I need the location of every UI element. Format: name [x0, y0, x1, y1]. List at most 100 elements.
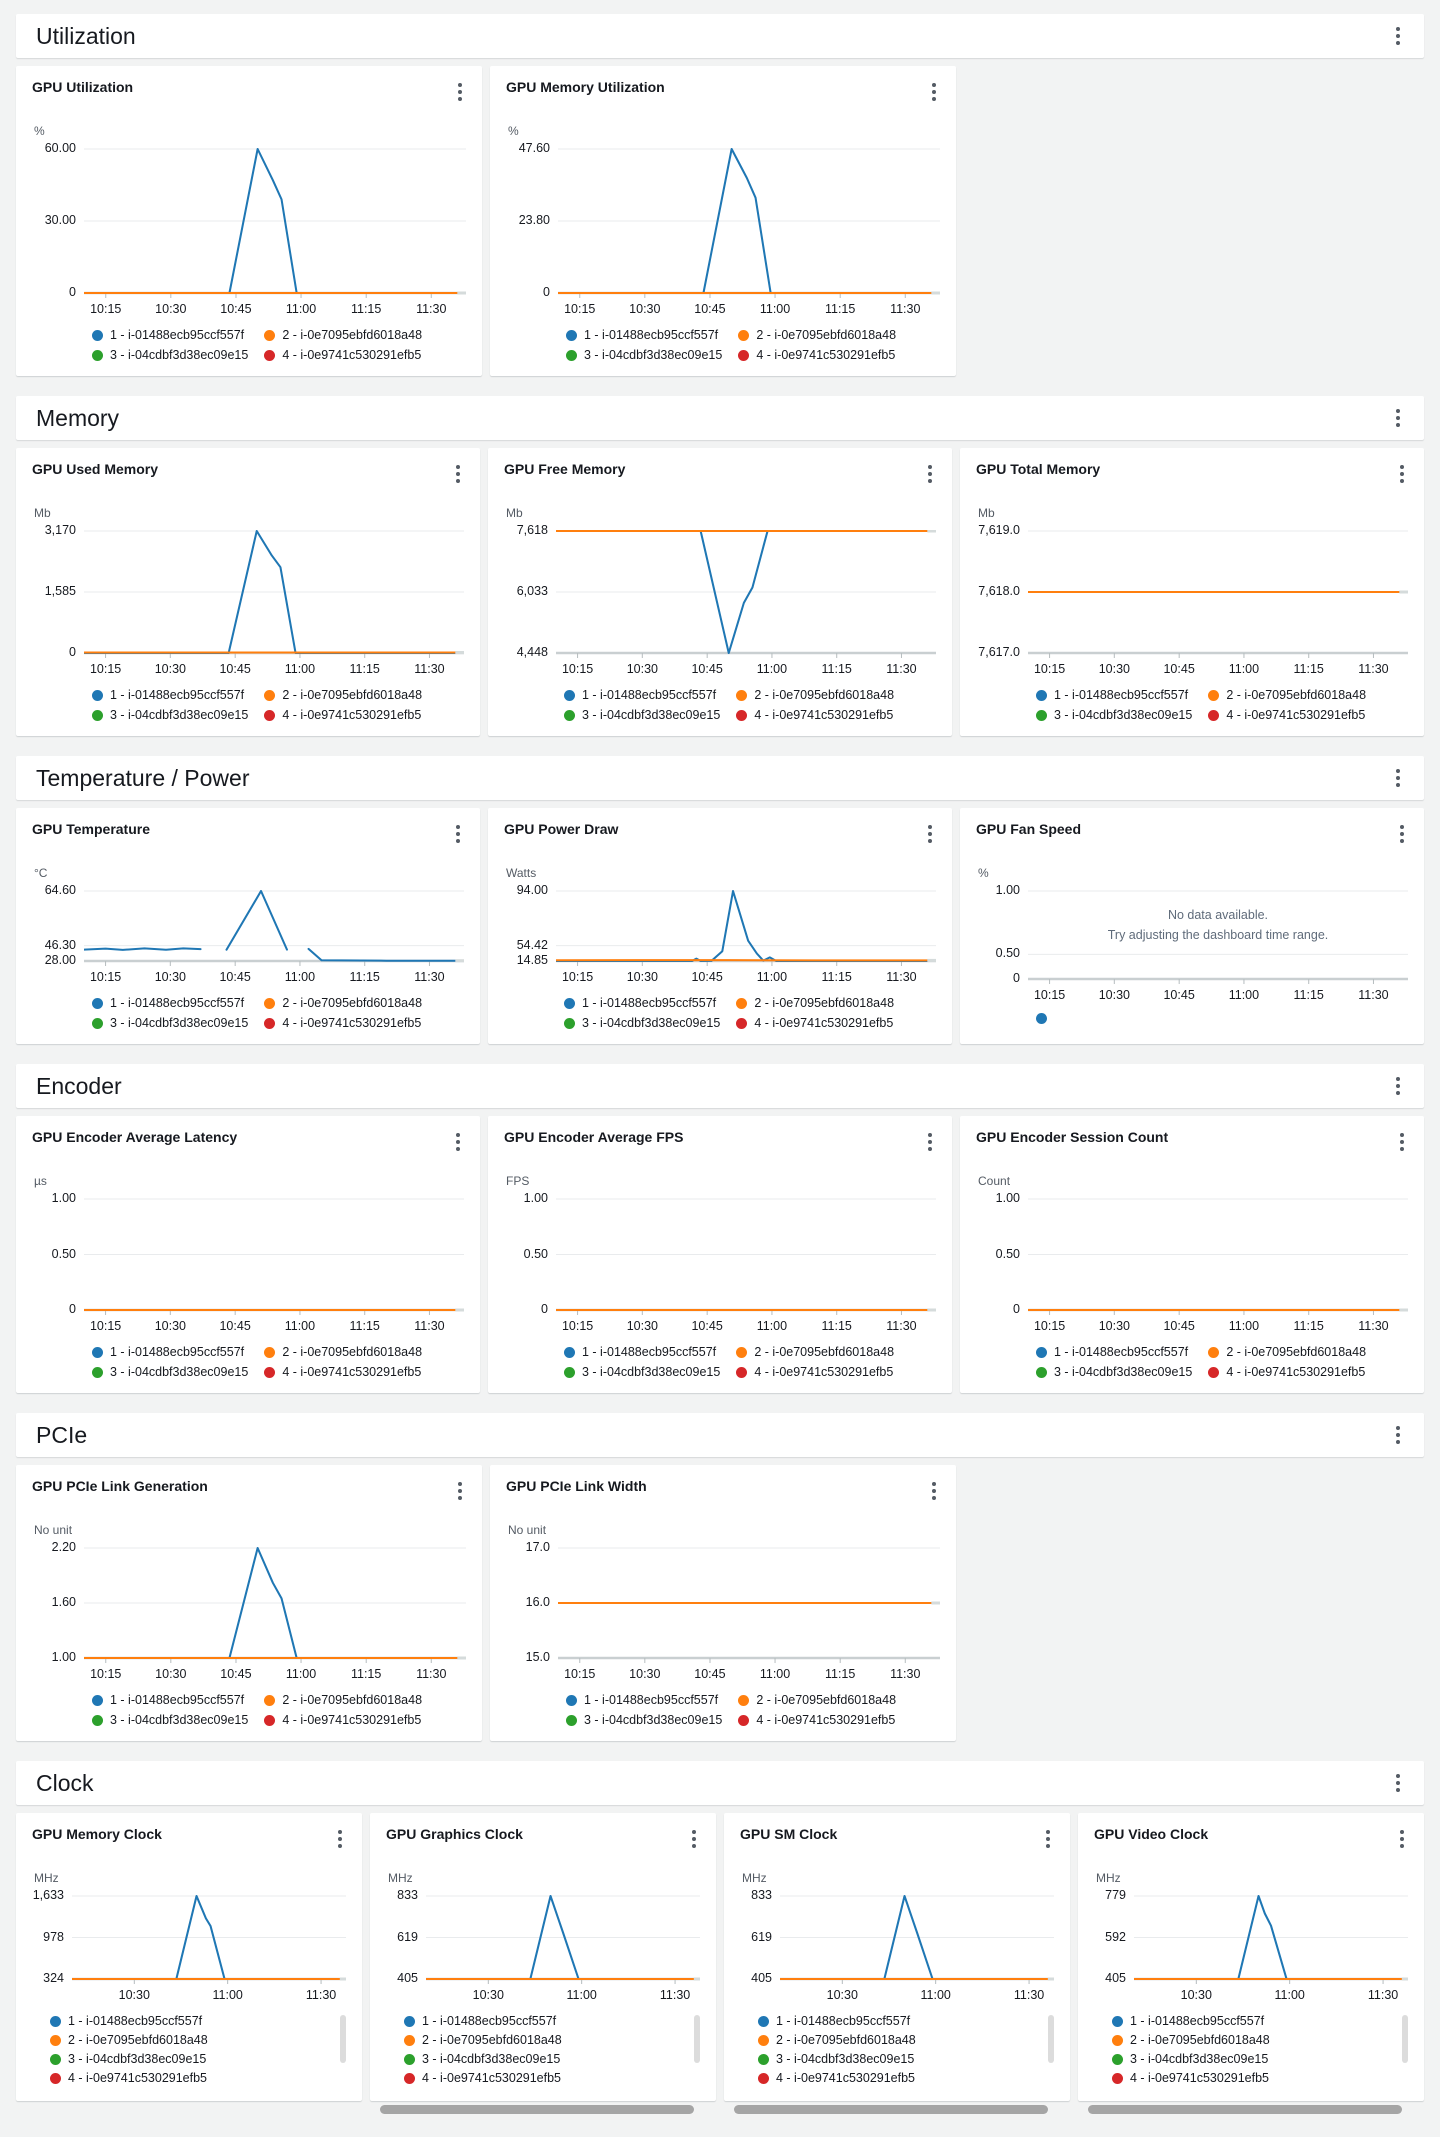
kebab-menu-icon[interactable]	[1392, 764, 1404, 792]
legend-item[interactable]: 4 - i-0e9741c530291efb5	[264, 707, 422, 724]
legend-item[interactable]: 4 - i-0e9741c530291efb5	[264, 1712, 422, 1729]
chart-plot[interactable]	[1028, 530, 1408, 659]
chart-plot[interactable]	[72, 1895, 346, 1985]
legend-item[interactable]: 3 - i-04cdbf3d38ec09e15	[566, 347, 722, 364]
kebab-menu-icon[interactable]	[1392, 22, 1404, 50]
legend-item[interactable]: 3 - i-04cdbf3d38ec09e15	[92, 347, 248, 364]
chart-plot[interactable]	[1134, 1895, 1408, 1985]
legend-item[interactable]: 2 - i-0e7095ebfd6018a48	[404, 2032, 684, 2049]
kebab-menu-icon[interactable]	[924, 460, 936, 488]
legend-item[interactable]: 2 - i-0e7095ebfd6018a48	[50, 2032, 330, 2049]
legend-item[interactable]: 1 - i-01488ecb95ccf557f	[758, 2013, 1038, 2030]
kebab-menu-icon[interactable]	[1392, 1421, 1404, 1449]
legend-item[interactable]: 3 - i-04cdbf3d38ec09e15	[92, 1364, 248, 1381]
legend-item[interactable]: 4 - i-0e9741c530291efb5	[1208, 707, 1366, 724]
chart-plot[interactable]	[84, 1198, 464, 1316]
kebab-menu-icon[interactable]	[334, 1825, 346, 1853]
chart-plot[interactable]	[1028, 1198, 1408, 1316]
legend-item[interactable]: 3 - i-04cdbf3d38ec09e15	[92, 1015, 248, 1032]
legend-item[interactable]: 1 - i-01488ecb95ccf557f	[566, 327, 722, 344]
chart-plot[interactable]	[556, 1198, 936, 1316]
vertical-scrollbar[interactable]	[1048, 2015, 1054, 2063]
legend-item[interactable]: 1 - i-01488ecb95ccf557f	[1112, 2013, 1392, 2030]
vertical-scrollbar[interactable]	[340, 2015, 346, 2063]
legend-item[interactable]: 1 - i-01488ecb95ccf557f	[92, 1692, 248, 1709]
legend-item[interactable]: 2 - i-0e7095ebfd6018a48	[264, 1692, 422, 1709]
legend-item[interactable]: 2 - i-0e7095ebfd6018a48	[1112, 2032, 1392, 2049]
chart-plot[interactable]	[84, 148, 466, 299]
legend-item[interactable]: 1 - i-01488ecb95ccf557f	[1036, 687, 1192, 704]
legend-item[interactable]: 3 - i-04cdbf3d38ec09e15	[1036, 707, 1192, 724]
legend-item[interactable]: 1 - i-01488ecb95ccf557f	[50, 2013, 330, 2030]
chart-plot[interactable]	[780, 1895, 1054, 1985]
legend-item[interactable]: 1 - i-01488ecb95ccf557f	[564, 1344, 720, 1361]
legend-item[interactable]: 3 - i-04cdbf3d38ec09e15	[1112, 2051, 1392, 2068]
legend-item[interactable]: 1 - i-01488ecb95ccf557f	[92, 1344, 248, 1361]
legend-item[interactable]: 2 - i-0e7095ebfd6018a48	[1208, 1344, 1366, 1361]
kebab-menu-icon[interactable]	[452, 820, 464, 848]
legend-item[interactable]: 3 - i-04cdbf3d38ec09e15	[758, 2051, 1038, 2068]
legend-item[interactable]: 4 - i-0e9741c530291efb5	[736, 1015, 894, 1032]
legend-item[interactable]: 1 - i-01488ecb95ccf557f	[564, 995, 720, 1012]
legend-item[interactable]: 3 - i-04cdbf3d38ec09e15	[1036, 1364, 1192, 1381]
horizontal-scrollbar[interactable]	[1088, 2105, 1402, 2114]
legend-item[interactable]: 4 - i-0e9741c530291efb5	[758, 2070, 1038, 2087]
kebab-menu-icon[interactable]	[1042, 1825, 1054, 1853]
legend-item[interactable]: 4 - i-0e9741c530291efb5	[264, 347, 422, 364]
legend-item[interactable]: 2 - i-0e7095ebfd6018a48	[736, 687, 894, 704]
kebab-menu-icon[interactable]	[454, 78, 466, 106]
kebab-menu-icon[interactable]	[454, 1477, 466, 1505]
legend-item[interactable]: 3 - i-04cdbf3d38ec09e15	[564, 1015, 720, 1032]
chart-plot[interactable]	[558, 1547, 940, 1664]
legend-item[interactable]: 4 - i-0e9741c530291efb5	[736, 1364, 894, 1381]
chart-plot[interactable]	[558, 148, 940, 299]
legend-item[interactable]: 4 - i-0e9741c530291efb5	[264, 1015, 422, 1032]
legend-item[interactable]: 3 - i-04cdbf3d38ec09e15	[564, 1364, 720, 1381]
kebab-menu-icon[interactable]	[1396, 460, 1408, 488]
legend-item[interactable]: 1 - i-01488ecb95ccf557f	[564, 687, 720, 704]
horizontal-scrollbar[interactable]	[380, 2105, 694, 2114]
kebab-menu-icon[interactable]	[1396, 1825, 1408, 1853]
legend-item[interactable]: 3 - i-04cdbf3d38ec09e15	[92, 707, 248, 724]
legend-item[interactable]: 4 - i-0e9741c530291efb5	[264, 1364, 422, 1381]
chart-plot[interactable]	[556, 530, 936, 659]
legend-item[interactable]: 1 - i-01488ecb95ccf557f	[1036, 1344, 1192, 1361]
legend-item[interactable]: 2 - i-0e7095ebfd6018a48	[264, 1344, 422, 1361]
kebab-menu-icon[interactable]	[924, 1128, 936, 1156]
kebab-menu-icon[interactable]	[1392, 1769, 1404, 1797]
chart-plot[interactable]	[556, 890, 936, 967]
kebab-menu-icon[interactable]	[688, 1825, 700, 1853]
legend-item[interactable]: 2 - i-0e7095ebfd6018a48	[736, 995, 894, 1012]
legend-item[interactable]: 4 - i-0e9741c530291efb5	[736, 707, 894, 724]
legend-item[interactable]: 2 - i-0e7095ebfd6018a48	[264, 995, 422, 1012]
legend-item[interactable]: 4 - i-0e9741c530291efb5	[738, 1712, 896, 1729]
legend-item[interactable]: 1 - i-01488ecb95ccf557f	[566, 1692, 722, 1709]
kebab-menu-icon[interactable]	[924, 820, 936, 848]
legend-item[interactable]: 4 - i-0e9741c530291efb5	[1208, 1364, 1366, 1381]
legend-item[interactable]: 2 - i-0e7095ebfd6018a48	[738, 1692, 896, 1709]
kebab-menu-icon[interactable]	[1396, 1128, 1408, 1156]
kebab-menu-icon[interactable]	[452, 1128, 464, 1156]
legend-item[interactable]: 1 - i-01488ecb95ccf557f	[92, 327, 248, 344]
legend-item[interactable]: 2 - i-0e7095ebfd6018a48	[758, 2032, 1038, 2049]
vertical-scrollbar[interactable]	[1402, 2015, 1408, 2063]
legend-item[interactable]: 3 - i-04cdbf3d38ec09e15	[564, 707, 720, 724]
chart-plot[interactable]	[84, 530, 464, 659]
legend-item[interactable]: 2 - i-0e7095ebfd6018a48	[264, 327, 422, 344]
kebab-menu-icon[interactable]	[928, 78, 940, 106]
legend-item[interactable]: 2 - i-0e7095ebfd6018a48	[1208, 687, 1366, 704]
legend-item[interactable]: 2 - i-0e7095ebfd6018a48	[736, 1344, 894, 1361]
kebab-menu-icon[interactable]	[928, 1477, 940, 1505]
chart-plot[interactable]	[84, 890, 464, 967]
kebab-menu-icon[interactable]	[1396, 820, 1408, 848]
legend-item[interactable]: 3 - i-04cdbf3d38ec09e15	[566, 1712, 722, 1729]
legend-item[interactable]: 4 - i-0e9741c530291efb5	[404, 2070, 684, 2087]
legend-item[interactable]: 4 - i-0e9741c530291efb5	[1112, 2070, 1392, 2087]
legend-item[interactable]: 3 - i-04cdbf3d38ec09e15	[404, 2051, 684, 2068]
kebab-menu-icon[interactable]	[1392, 404, 1404, 432]
legend-item[interactable]: 4 - i-0e9741c530291efb5	[50, 2070, 330, 2087]
vertical-scrollbar[interactable]	[694, 2015, 700, 2063]
kebab-menu-icon[interactable]	[1392, 1072, 1404, 1100]
legend-item[interactable]: 4 - i-0e9741c530291efb5	[738, 347, 896, 364]
legend-item[interactable]: 1 - i-01488ecb95ccf557f	[404, 2013, 684, 2030]
